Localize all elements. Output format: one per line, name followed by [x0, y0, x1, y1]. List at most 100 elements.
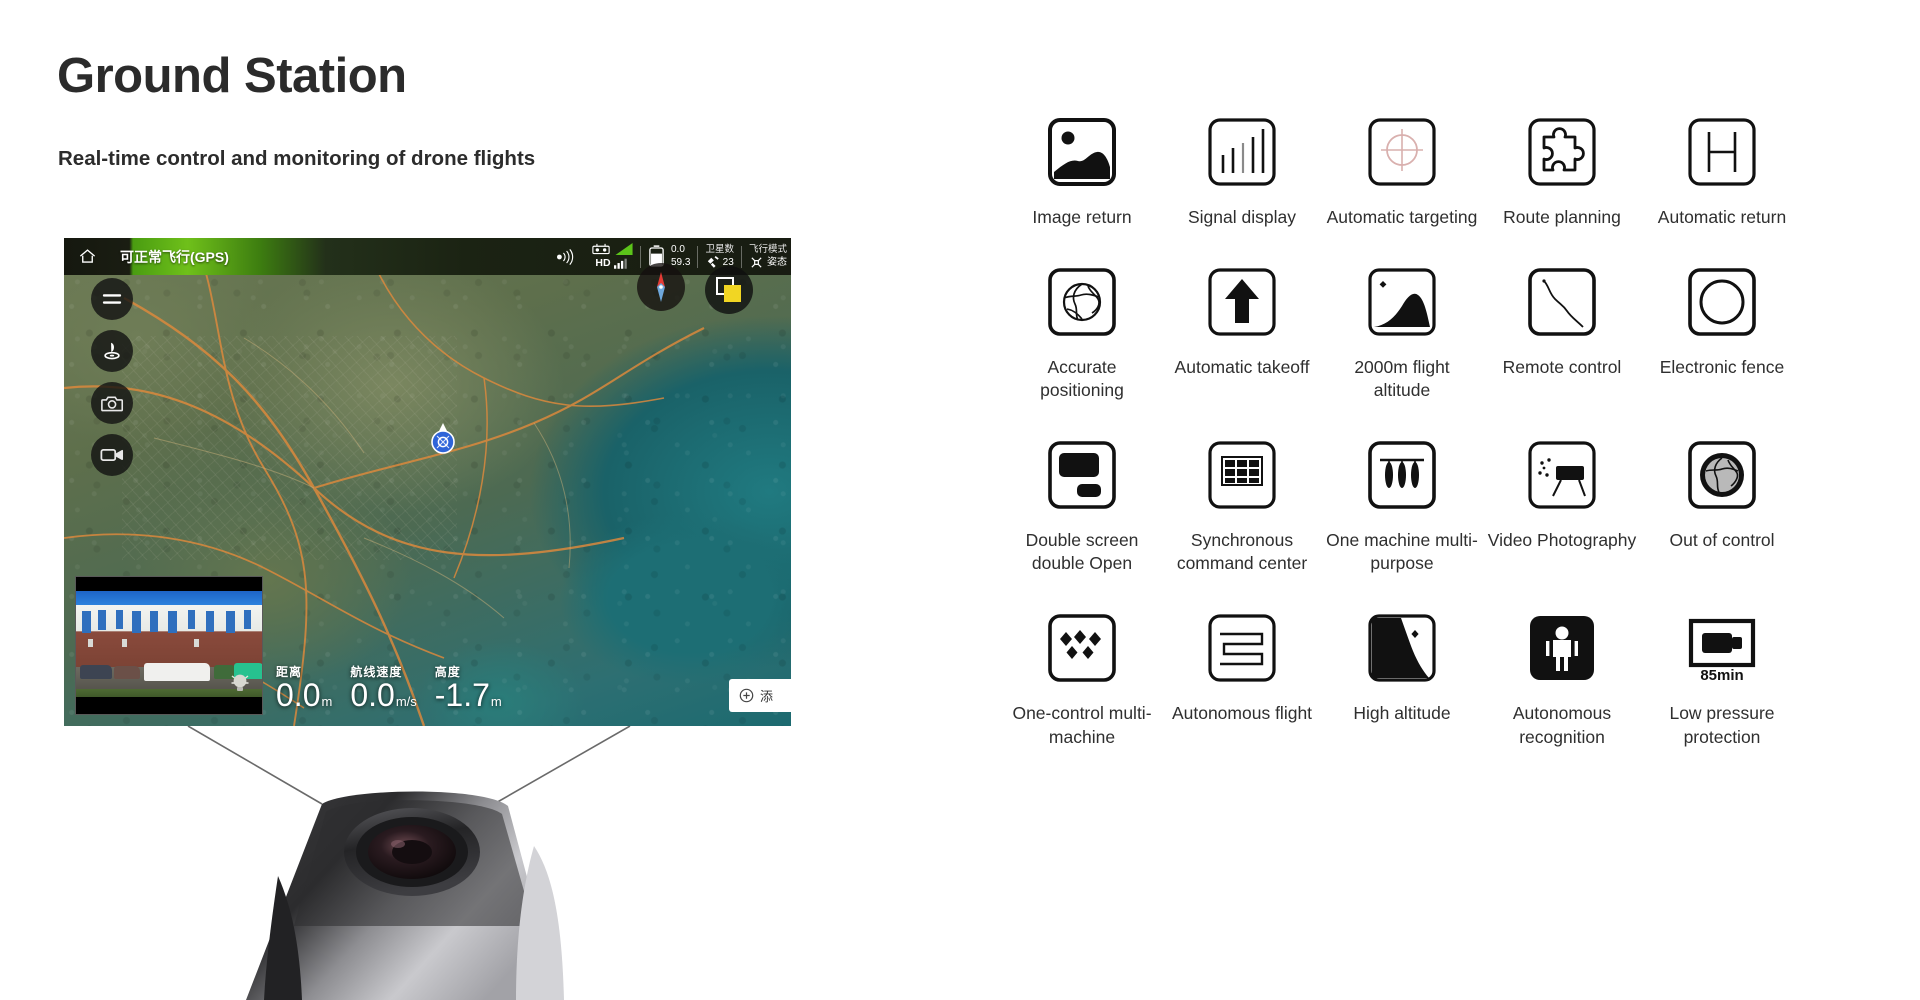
- feature-autonomous-flight[interactable]: Autonomous flight: [1162, 608, 1322, 748]
- feature-label: Autonomous recognition: [1512, 703, 1612, 747]
- puzzle-piece-icon: [1522, 112, 1602, 192]
- feature-double-screen[interactable]: Double screen double Open: [1002, 435, 1162, 575]
- plus-circle-icon: [739, 688, 754, 703]
- feature-automatic-return[interactable]: Automatic return: [1642, 112, 1802, 229]
- feature-signal-display[interactable]: Signal display: [1162, 112, 1322, 229]
- page-subtitle: Real-time control and monitoring of dron…: [58, 147, 536, 170]
- telemetry-value: 0.0m: [276, 677, 333, 714]
- feature-label: Signal display: [1188, 207, 1296, 227]
- feature-label: Automatic return: [1657, 207, 1787, 227]
- home-icon: [79, 249, 95, 263]
- satellite-label: 卫星数: [705, 243, 734, 255]
- feature-label: Image return: [1032, 207, 1132, 227]
- feature-label: Accurate positioning: [1040, 357, 1124, 401]
- grid-panel-icon: [1202, 435, 1282, 515]
- feature-automatic-targeting[interactable]: Automatic targeting: [1322, 112, 1482, 229]
- payload-rack-icon: [1362, 435, 1442, 515]
- feature-flight-altitude[interactable]: 2000m flight altitude: [1322, 262, 1482, 402]
- telemetry-item: 距离 0.0m: [276, 663, 332, 712]
- projector-screen-icon: [1522, 435, 1602, 515]
- battery-85min-icon: 85min: [1682, 608, 1762, 688]
- page-title: Ground Station: [57, 49, 407, 103]
- layer-switch-button[interactable]: [705, 266, 753, 314]
- flight-status-text: 可正常飞行(GPS): [120, 248, 229, 265]
- camera-preview[interactable]: [75, 576, 263, 715]
- feature-grid: Image return Signal display Automatic ta…: [1002, 112, 1802, 749]
- ground-station-tablet-screen: 可正常飞行(GPS) HD 0.0 59.3 卫星数 23 飞行模式 姿态 距离…: [64, 238, 791, 726]
- globe-icon: [1042, 262, 1122, 342]
- serpentine-route-icon: [1202, 608, 1282, 688]
- feature-label: One machine multi-purpose: [1326, 530, 1478, 574]
- drone-position-marker[interactable]: [426, 422, 460, 456]
- globe-ring-icon: [1682, 435, 1762, 515]
- feature-low-pressure-protection[interactable]: 85min Low pressure protection: [1642, 608, 1802, 748]
- pip-building: [76, 605, 262, 667]
- telemetry-value: -1.7m: [434, 677, 502, 714]
- battery-duration-badge: 85min: [1700, 667, 1743, 684]
- video-button[interactable]: [91, 434, 133, 476]
- feature-high-altitude[interactable]: High altitude: [1322, 608, 1482, 748]
- feature-command-center[interactable]: Synchronous command center: [1162, 435, 1322, 575]
- status-bar: 可正常飞行(GPS) HD 0.0 59.3 卫星数 23 飞行模式 姿态: [64, 238, 791, 275]
- feature-out-of-control[interactable]: Out of control: [1642, 435, 1802, 575]
- circle-fence-icon: [1682, 262, 1762, 342]
- feature-label: Autonomous flight: [1171, 703, 1313, 724]
- feature-label: Automatic takeoff: [1174, 357, 1310, 378]
- up-arrow-icon: [1202, 262, 1282, 342]
- drone-icon: [751, 257, 762, 269]
- remote-controller-icon: [592, 243, 610, 255]
- light-bulb-icon[interactable]: [230, 672, 250, 694]
- feature-label: High altitude: [1353, 703, 1451, 724]
- layers-swap-icon: [716, 277, 741, 302]
- pip-bottom-letterbox: [76, 697, 262, 714]
- crosshair-target-icon: [1362, 112, 1442, 192]
- feature-video-photography[interactable]: Video Photography: [1482, 435, 1642, 575]
- ground-station-page: Ground Station Real-time control and mon…: [0, 0, 1920, 1000]
- helipad-h-icon: [1682, 112, 1762, 192]
- cliff-star-icon: [1362, 608, 1442, 688]
- multi-drone-icon: [1042, 608, 1122, 688]
- telemetry-item: 高度 -1.7m: [435, 663, 502, 712]
- feature-label: Video Photography: [1487, 530, 1637, 551]
- hd-signal-icon: [613, 258, 627, 269]
- battery-value-top: 0.0: [671, 243, 685, 255]
- feature-label: Route planning: [1503, 207, 1621, 227]
- video-camera-icon: [100, 449, 124, 461]
- feature-multi-machine[interactable]: One-control multi-machine: [1002, 608, 1162, 748]
- compass-needle-icon: [657, 272, 665, 302]
- pip-car: [114, 666, 140, 679]
- compass-widget[interactable]: [637, 263, 685, 311]
- flight-mode-group: 飞行模式 姿态: [749, 244, 787, 270]
- feature-label: Double screen double Open: [1025, 530, 1139, 574]
- flight-mode-label: 飞行模式: [748, 243, 787, 255]
- rc-link-bars-icon: [615, 243, 633, 256]
- pip-top-letterbox: [76, 577, 262, 592]
- feature-label: 2000m flight altitude: [1354, 357, 1450, 401]
- feature-automatic-takeoff[interactable]: Automatic takeoff: [1162, 262, 1322, 402]
- lens-reflection: [391, 840, 405, 848]
- telemetry-value: 0.0m/s: [350, 677, 417, 714]
- telemetry-readout: 距离 0.0m 航线速度 0.0m/s 高度 -1.7m: [276, 663, 502, 712]
- feature-image-return[interactable]: Image return: [1002, 112, 1162, 229]
- feature-label: Electronic fence: [1659, 357, 1785, 378]
- home-button[interactable]: [64, 247, 110, 266]
- flight-mode-value: 姿态: [766, 256, 787, 268]
- menu-button[interactable]: [91, 278, 133, 320]
- feature-accurate-positioning[interactable]: Accurate positioning: [1002, 262, 1162, 402]
- landing-button[interactable]: [91, 330, 133, 372]
- flight-path-curve-icon: [1522, 262, 1602, 342]
- feature-autonomous-recognition[interactable]: Autonomous recognition: [1482, 608, 1642, 748]
- pip-car: [144, 663, 210, 681]
- feature-route-planning[interactable]: Route planning: [1482, 112, 1642, 229]
- add-waypoint-label: 添: [760, 689, 774, 704]
- feature-electronic-fence[interactable]: Electronic fence: [1642, 262, 1802, 402]
- feature-label: Out of control: [1669, 530, 1775, 551]
- pip-car: [80, 665, 112, 679]
- camera-button[interactable]: [91, 382, 133, 424]
- camera-icon: [100, 396, 123, 411]
- feature-multi-purpose[interactable]: One machine multi-purpose: [1322, 435, 1482, 575]
- feature-remote-control[interactable]: Remote control: [1482, 262, 1642, 402]
- image-return-icon: [1042, 112, 1122, 192]
- add-waypoint-button[interactable]: 添: [729, 679, 791, 712]
- rc-signal-icon: [557, 248, 574, 265]
